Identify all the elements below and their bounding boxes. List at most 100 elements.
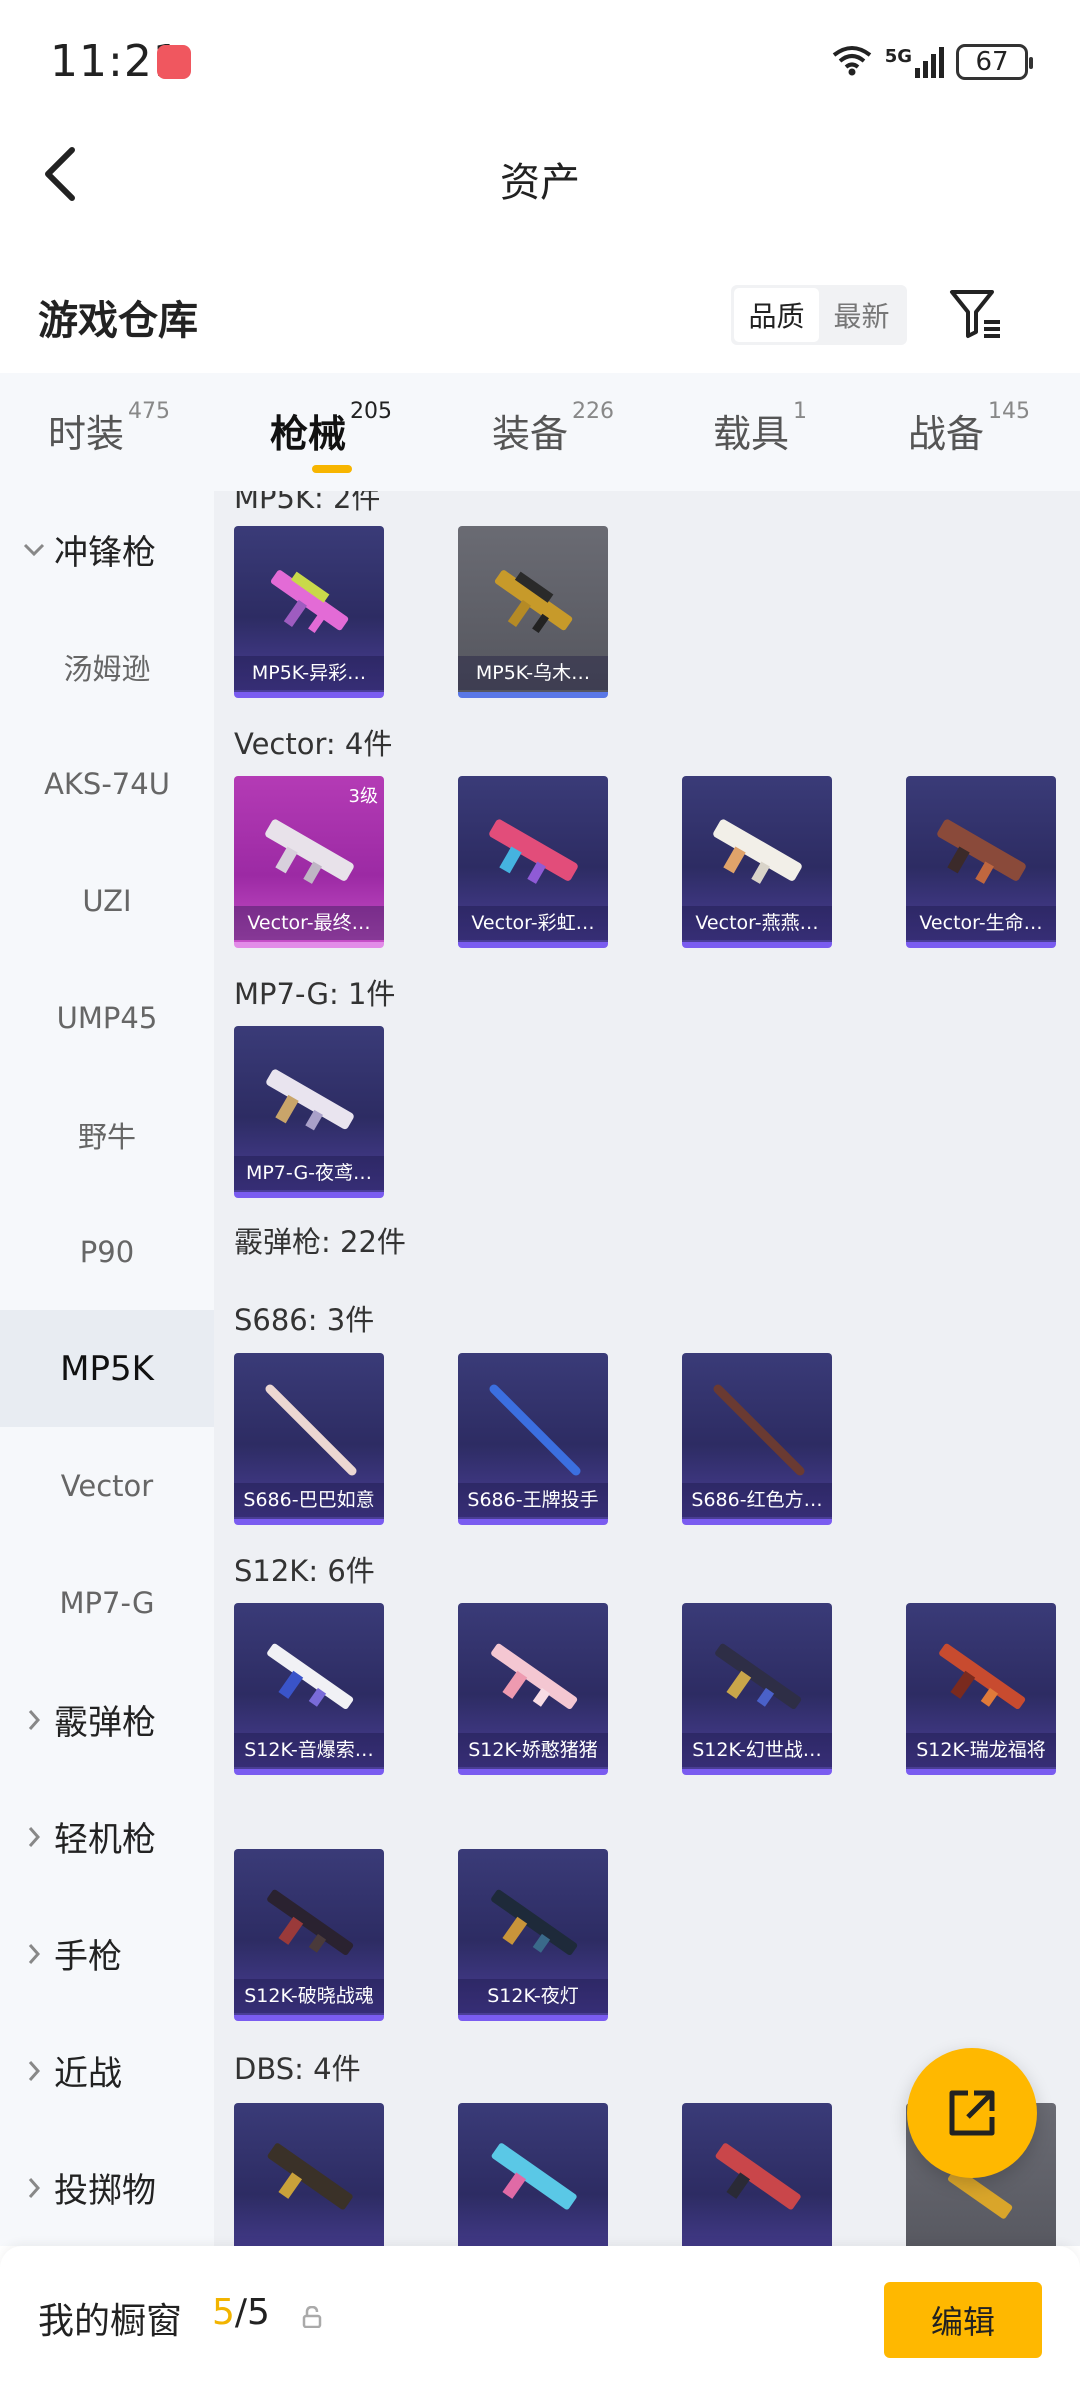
group-label-mp5k: MP5K: 2件	[234, 491, 381, 515]
item-card[interactable]	[458, 2103, 608, 2246]
tab-label: 战备	[908, 412, 985, 456]
edit-button[interactable]: 编辑	[884, 2282, 1042, 2358]
group-label-vector: Vector: 4件	[234, 727, 393, 761]
shotgun-skin-icon	[489, 1384, 581, 1476]
warehouse-header: 游戏仓库 品质 最新	[0, 270, 1080, 370]
item-name: MP7-G-夜鸢…	[234, 1156, 384, 1190]
share-button[interactable]	[907, 2048, 1037, 2178]
tab-count: 145	[988, 399, 1031, 424]
item-card[interactable]: Vector-燕燕…	[682, 776, 832, 948]
chevron-down-icon	[20, 536, 48, 564]
tab-label: 枪械	[270, 412, 347, 456]
item-card[interactable]: Vector-生命…	[906, 776, 1056, 948]
sidebar-item-vector[interactable]: Vector	[0, 1427, 214, 1544]
sidebar-category-throwable[interactable]: 投掷物	[0, 2129, 214, 2246]
active-tab-indicator	[312, 465, 352, 473]
item-card[interactable]: S12K-幻世战…	[682, 1603, 832, 1775]
status-icons: 5G 67	[831, 38, 1033, 86]
item-name: S686-红色方…	[682, 1483, 832, 1517]
shotgun-skin-icon	[267, 2143, 353, 2210]
item-card[interactable]: MP5K-异彩…	[234, 526, 384, 698]
item-card[interactable]: MP5K-乌木…	[458, 526, 608, 698]
item-name: S12K-夜灯	[458, 1979, 608, 2013]
chevron-right-icon	[20, 2174, 48, 2202]
sidebar-item-ump45[interactable]: UMP45	[0, 959, 214, 1076]
sidebar-category-pistol[interactable]: 手枪	[0, 1895, 214, 2012]
tab-count: 475	[128, 399, 171, 424]
tab-firearms[interactable]: 枪械205	[270, 399, 392, 458]
tab-label: 载具	[713, 412, 790, 456]
item-name: MP5K-乌木…	[458, 656, 608, 690]
sidebar-category-lmg[interactable]: 轻机枪	[0, 1778, 214, 1895]
item-card[interactable]: S12K-娇憨猪猪	[458, 1603, 608, 1775]
item-name: S12K-破晓战魂	[234, 1979, 384, 2013]
item-card[interactable]	[682, 2103, 832, 2246]
item-name: S12K-音爆索…	[234, 1733, 384, 1767]
tab-count: 205	[350, 399, 393, 424]
sidebar-item-bizon[interactable]: 野牛	[0, 1076, 214, 1193]
filter-button[interactable]	[948, 284, 1004, 344]
tab-equipment[interactable]: 装备226	[492, 399, 614, 458]
sidebar-item-mp5k[interactable]: MP5K	[0, 1310, 214, 1427]
smg-skin-icon	[489, 819, 578, 884]
item-card[interactable]: Vector-彩虹…	[458, 776, 608, 948]
group-label-dbs: DBS: 4件	[234, 2052, 361, 2086]
category-tabs: 时装475 枪械205 装备226 载具1 战备145	[0, 373, 1080, 491]
item-card[interactable]: MP7-G-夜鸢…	[234, 1026, 384, 1198]
smg-skin-icon	[265, 819, 354, 884]
item-card[interactable]: S686-巴巴如意	[234, 1353, 384, 1525]
shotgun-skin-icon	[491, 1643, 578, 1710]
chevron-right-icon	[20, 1706, 48, 1734]
item-card[interactable]: S12K-音爆索…	[234, 1603, 384, 1775]
shotgun-skin-icon	[939, 1643, 1026, 1710]
group-label-shotgun-total: 霰弹枪: 22件	[234, 1225, 406, 1259]
sidebar-item-aks74u[interactable]: AKS-74U	[0, 725, 214, 842]
sidebar: 冲锋枪 汤姆逊 AKS-74U UZI UMP45 野牛 P90 MP5K Ve…	[0, 491, 214, 2246]
sort-newest-button[interactable]: 最新	[819, 288, 904, 342]
smg-skin-icon	[937, 819, 1026, 884]
item-name: Vector-最终…	[234, 906, 384, 940]
group-label-s686: S686: 3件	[234, 1303, 375, 1337]
tab-fashion[interactable]: 时装475	[48, 399, 170, 458]
warehouse-title: 游戏仓库	[38, 298, 198, 344]
chevron-right-icon	[20, 2057, 48, 2085]
shotgun-skin-icon	[715, 2143, 801, 2210]
item-card[interactable]: S686-王牌投手	[458, 1353, 608, 1525]
sort-quality-button[interactable]: 品质	[734, 288, 819, 342]
smg-skin-icon	[270, 570, 349, 634]
item-name: Vector-生命…	[906, 906, 1056, 940]
sidebar-category-shotgun[interactable]: 霰弹枪	[0, 1661, 214, 1778]
shotgun-skin-icon	[491, 2143, 577, 2210]
item-name: Vector-彩虹…	[458, 906, 608, 940]
tab-count: 226	[572, 399, 615, 424]
sidebar-item-mp7g[interactable]: MP7-G	[0, 1544, 214, 1661]
group-label-s12k: S12K: 6件	[234, 1554, 375, 1588]
external-link-icon	[949, 2090, 995, 2136]
tab-count: 1	[793, 399, 808, 424]
tab-label: 时装	[48, 412, 125, 456]
showcase-count: 5/5	[212, 2292, 270, 2333]
item-grid: MP5K: 2件 MP5K-异彩… MP5K-乌木… Vector: 4件 3级…	[214, 491, 1080, 2246]
sidebar-category-label: 冲锋枪	[54, 533, 156, 573]
sidebar-category-label: 近战	[54, 2054, 122, 2094]
item-card[interactable]: S12K-破晓战魂	[234, 1849, 384, 2021]
item-card[interactable]	[234, 2103, 384, 2246]
tab-supplies[interactable]: 战备145	[908, 399, 1030, 458]
item-card[interactable]: S12K-夜灯	[458, 1849, 608, 2021]
item-card[interactable]: 3级 Vector-最终…	[234, 776, 384, 948]
shotgun-skin-icon	[713, 1384, 805, 1476]
item-card[interactable]: S686-红色方…	[682, 1353, 832, 1525]
filter-icon	[950, 290, 1000, 338]
tab-vehicles[interactable]: 载具1	[713, 399, 807, 458]
showcase-count-total: /5	[234, 2292, 270, 2333]
sidebar-category-melee[interactable]: 近战	[0, 2012, 214, 2129]
item-card[interactable]: S12K-瑞龙福将	[906, 1603, 1056, 1775]
signal-icon: 5G	[885, 46, 944, 78]
tab-label: 装备	[492, 412, 569, 456]
sidebar-item-uzi[interactable]: UZI	[0, 842, 214, 959]
sidebar-item-p90[interactable]: P90	[0, 1193, 214, 1310]
smg-skin-icon	[266, 1069, 354, 1131]
shotgun-skin-icon	[265, 1384, 357, 1476]
sidebar-item-thompson[interactable]: 汤姆逊	[0, 608, 214, 725]
sidebar-category-smg[interactable]: 冲锋枪	[0, 491, 214, 608]
